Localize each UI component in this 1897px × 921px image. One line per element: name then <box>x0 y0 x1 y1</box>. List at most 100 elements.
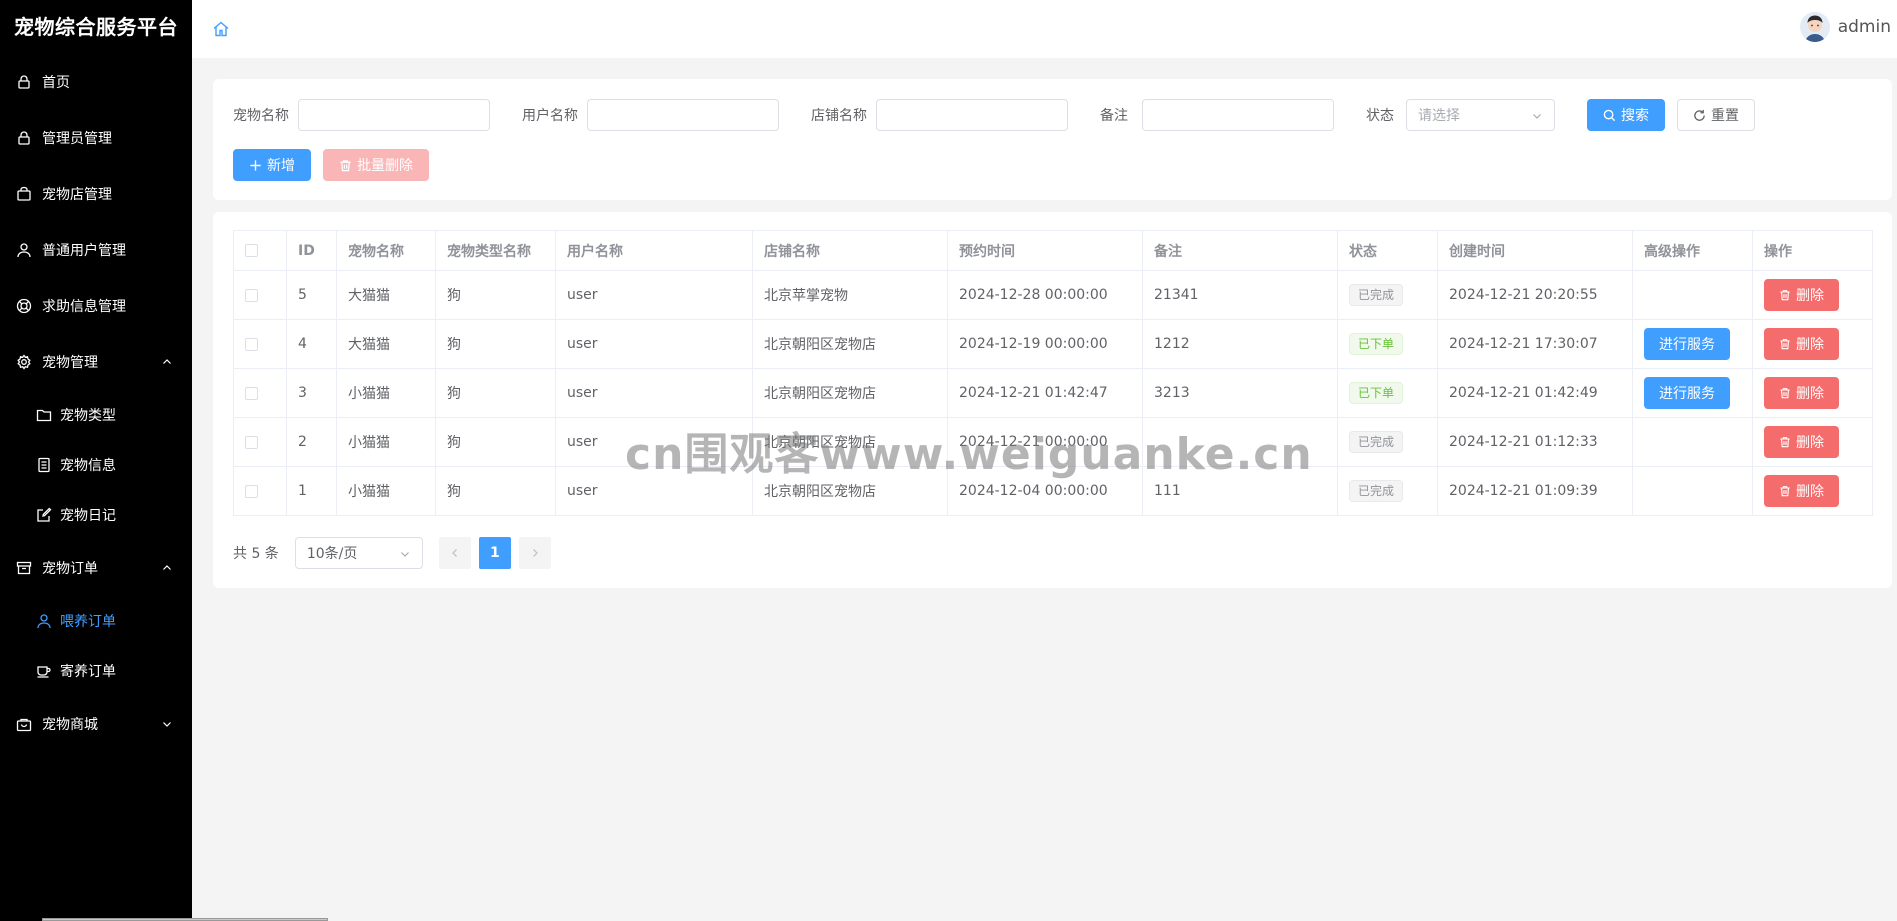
sidebar-item-label: 宠物信息 <box>60 458 116 474</box>
reset-button[interactable]: 重置 <box>1677 99 1755 131</box>
row-checkbox[interactable] <box>245 386 258 400</box>
row-checkbox[interactable] <box>245 484 258 498</box>
chevron-down-icon <box>400 552 409 557</box>
sidebar-item-admin[interactable]: 管理员管理 <box>0 110 192 166</box>
add-button[interactable]: 新增 <box>233 149 311 181</box>
cell-pet: 小猫猫 <box>336 466 436 516</box>
sidebar-item-pet-diary[interactable]: 宠物日记 <box>0 490 192 540</box>
delete-button[interactable]: 删除 <box>1764 426 1839 458</box>
document-icon <box>36 457 52 473</box>
cell-status: 已完成 <box>1337 466 1438 516</box>
user-menu[interactable]: admin <box>1799 12 1891 42</box>
delete-button-label: 删除 <box>1796 337 1824 353</box>
column-header: 店铺名称 <box>752 230 948 271</box>
row-select-cell <box>233 270 287 320</box>
select-all-checkbox[interactable] <box>245 244 258 257</box>
row-checkbox[interactable] <box>245 435 258 449</box>
delete-button[interactable]: 删除 <box>1764 279 1839 311</box>
cell-type: 狗 <box>435 368 556 418</box>
cell-id: 4 <box>286 319 337 369</box>
cell-advanced-actions: 进行服务 <box>1632 368 1753 418</box>
user-icon <box>16 242 32 258</box>
sidebar-item-label: 管理员管理 <box>42 131 112 147</box>
cell-type: 狗 <box>435 319 556 369</box>
next-page-button[interactable] <box>518 537 551 569</box>
cell-id: 3 <box>286 368 337 418</box>
orders-table: ID 宠物名称 宠物类型名称 用户名称 店铺名称 预约时间 备注 状态 创建时间… <box>233 230 1873 516</box>
sidebar-item-pet-management[interactable]: 宠物管理 <box>0 334 192 390</box>
pet-name-input[interactable] <box>298 99 490 131</box>
row-select-cell <box>233 319 287 369</box>
column-header: 宠物类型名称 <box>435 230 556 271</box>
table-header-row: ID 宠物名称 宠物类型名称 用户名称 店铺名称 预约时间 备注 状态 创建时间… <box>233 230 1873 271</box>
sidebar-item-feeding-orders[interactable]: 喂养订单 <box>0 596 192 646</box>
page-size-value: 10条/页 <box>306 546 358 562</box>
sidebar-item-label: 宠物日记 <box>60 508 116 524</box>
sidebar-item-boarding-orders[interactable]: 寄养订单 <box>0 646 192 696</box>
cell-shop: 北京朝阳区宠物店 <box>752 319 948 369</box>
cell-pet: 大猫猫 <box>336 270 436 320</box>
chevron-down-icon <box>1533 114 1541 119</box>
remark-label: 备注 <box>1100 108 1128 124</box>
lock-icon <box>16 74 32 90</box>
sidebar-item-users[interactable]: 普通用户管理 <box>0 222 192 278</box>
sidebar-item-label: 宠物管理 <box>42 355 98 371</box>
user-name-input[interactable] <box>587 99 779 131</box>
cell-actions: 删除 <box>1752 466 1873 516</box>
user-name-label: 用户名称 <box>522 108 578 124</box>
status-select[interactable]: 请选择 <box>1406 99 1555 131</box>
remark-input[interactable] <box>1142 99 1334 131</box>
prev-page-button[interactable] <box>438 537 471 569</box>
cell-shop: 北京朝阳区宠物店 <box>752 417 948 467</box>
cell-user: user <box>555 270 753 320</box>
sidebar-item-pet-info[interactable]: 宠物信息 <box>0 440 192 490</box>
cell-created: 2024-12-21 01:12:33 <box>1437 417 1633 467</box>
cell-user: user <box>555 466 753 516</box>
cell-remark: 111 <box>1142 466 1338 516</box>
batch-delete-button[interactable]: 批量删除 <box>323 149 429 181</box>
sidebar-item-pet-mall[interactable]: 宠物商城 <box>0 696 192 752</box>
shop-name-input[interactable] <box>876 99 1068 131</box>
page-size-select[interactable]: 10条/页 <box>294 537 423 569</box>
cell-status: 已下单 <box>1337 368 1438 418</box>
sidebar-item-label: 宠物商城 <box>42 717 98 733</box>
delete-button[interactable]: 删除 <box>1764 475 1839 507</box>
start-service-button[interactable]: 进行服务 <box>1644 377 1730 409</box>
home-icon[interactable] <box>212 20 230 38</box>
cell-id: 1 <box>286 466 337 516</box>
shop-bag-icon <box>16 186 32 202</box>
sidebar-item-pet-type[interactable]: 宠物类型 <box>0 390 192 440</box>
cell-appt: 2024-12-21 00:00:00 <box>947 417 1143 467</box>
cell-actions: 删除 <box>1752 417 1873 467</box>
cell-advanced-actions <box>1632 270 1753 320</box>
cell-advanced-actions <box>1632 466 1753 516</box>
edit-icon <box>36 507 52 523</box>
chevron-left-icon <box>451 549 457 557</box>
sidebar-item-home[interactable]: 首页 <box>0 54 192 110</box>
sidebar-item-pet-orders[interactable]: 宠物订单 <box>0 540 192 596</box>
sidebar-item-label: 寄养订单 <box>60 664 116 680</box>
top-header: admin <box>192 0 1897 58</box>
pet-name-label: 宠物名称 <box>233 108 289 124</box>
row-checkbox[interactable] <box>245 337 258 351</box>
pagination: 共 5 条 10条/页 1 <box>233 537 559 569</box>
sidebar-item-help[interactable]: 求助信息管理 <box>0 278 192 334</box>
row-checkbox[interactable] <box>245 288 258 302</box>
cell-type: 狗 <box>435 466 556 516</box>
row-select-cell <box>233 368 287 418</box>
start-service-button[interactable]: 进行服务 <box>1644 328 1730 360</box>
delete-button[interactable]: 删除 <box>1764 328 1839 360</box>
cell-type: 狗 <box>435 417 556 467</box>
delete-button[interactable]: 删除 <box>1764 377 1839 409</box>
cell-actions: 删除 <box>1752 368 1873 418</box>
status-badge: 已下单 <box>1349 333 1404 355</box>
sidebar-item-shop[interactable]: 宠物店管理 <box>0 166 192 222</box>
delete-button-label: 删除 <box>1796 386 1824 402</box>
page-number-button[interactable]: 1 <box>478 537 511 569</box>
search-button[interactable]: 搜索 <box>1587 99 1665 131</box>
app-title: 宠物综合服务平台 <box>14 15 178 39</box>
cell-remark <box>1142 417 1338 467</box>
trash-icon <box>1780 437 1790 448</box>
cell-pet: 大猫猫 <box>336 319 436 369</box>
plus-icon <box>250 159 261 171</box>
